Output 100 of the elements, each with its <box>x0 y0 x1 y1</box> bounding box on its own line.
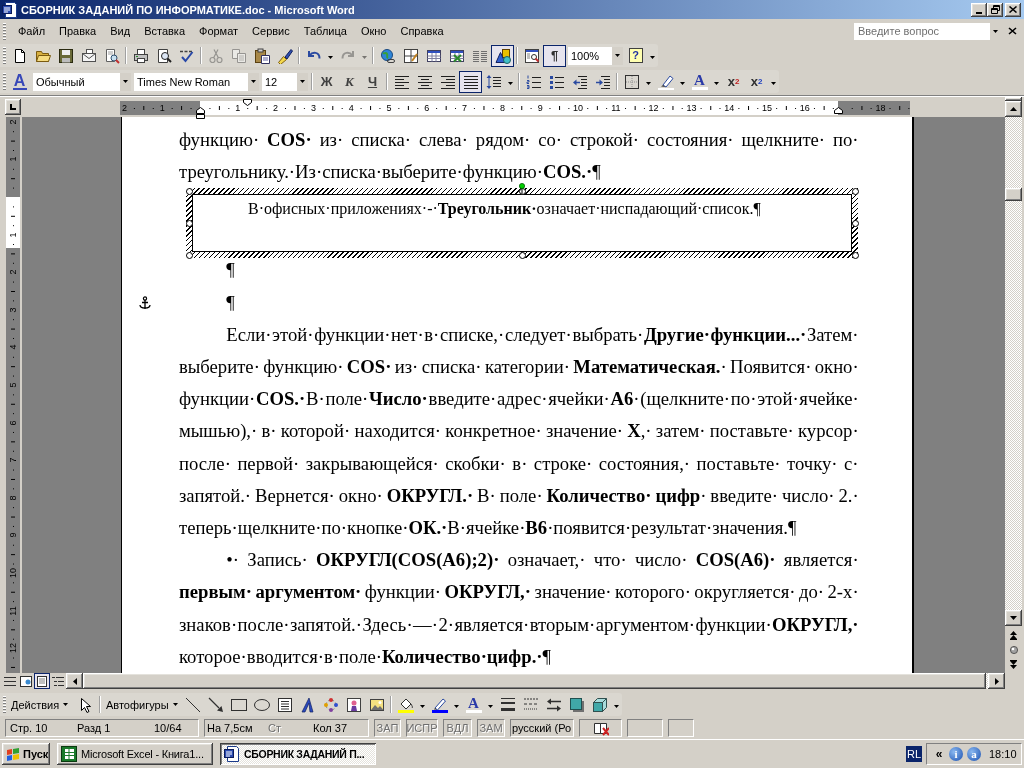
dropdown-button[interactable] <box>120 72 131 91</box>
scroll-right-button[interactable] <box>988 673 1005 689</box>
menu-item[interactable]: Справка <box>393 23 451 39</box>
menu-item[interactable]: Вид <box>103 23 138 39</box>
scissors-icon <box>207 47 224 64</box>
resize-handle[interactable] <box>185 187 193 195</box>
text-box[interactable]: В·офисных·приложениях·-·Треугольник·означает·ниспадающий·список.¶ <box>186 188 858 259</box>
toolbar-grip[interactable] <box>3 696 6 713</box>
next-page-button[interactable] <box>1008 658 1019 670</box>
menu-item[interactable]: Файл <box>11 23 53 39</box>
resize-handle[interactable] <box>851 187 859 195</box>
tab-selector-button[interactable] <box>5 99 21 115</box>
menu-item[interactable]: Таблица <box>296 23 354 39</box>
web-layout-button[interactable] <box>18 673 34 689</box>
up-arrow-icon <box>1010 107 1017 111</box>
vertical-ruler[interactable]: 2 1 1 2 3 4 5 6 7 8 9 10 11 12 <box>6 117 20 673</box>
resize-handle[interactable] <box>185 219 193 227</box>
right-indent-marker[interactable] <box>834 107 843 114</box>
oval-icon <box>253 696 270 713</box>
autoshapes-menu-button[interactable]: Автофигуры <box>103 693 181 716</box>
ruler-number: 5 <box>386 102 392 114</box>
menu-item[interactable]: Вставка <box>137 23 192 39</box>
left-indent-marker[interactable] <box>196 114 205 119</box>
font-field[interactable]: Times New Roman <box>134 72 248 91</box>
taskbar-button[interactable]: Microsoft Excel - Книга1... <box>57 743 213 765</box>
style-field[interactable]: Обычный <box>33 72 120 91</box>
zoom-field[interactable]: 100% <box>568 46 612 65</box>
rotation-handle[interactable] <box>517 183 526 195</box>
drawing-button[interactable] <box>491 44 514 67</box>
menu-item[interactable]: Сервис <box>245 23 297 39</box>
help-button[interactable]: ? <box>624 44 647 67</box>
document-icon <box>2 1 18 18</box>
wordart-icon <box>299 696 316 713</box>
actions-menu-button[interactable]: Действия <box>8 693 74 716</box>
font-color-button[interactable]: A <box>688 70 711 93</box>
outline-view-icon <box>52 675 64 687</box>
window-title: СБОРНИК ЗАДАНИЙ ПО ИНФОРМАТИКЕ.doc - Microsoft Word <box>21 3 356 16</box>
italic-button[interactable]: К <box>338 70 361 93</box>
close-button[interactable] <box>1005 2 1021 17</box>
start-button[interactable]: Пуск <box>2 743 50 765</box>
print-layout-button[interactable] <box>34 673 50 689</box>
caret-icon <box>615 54 620 57</box>
toolbar-grip[interactable] <box>3 47 6 64</box>
show-hidden-icons-button[interactable]: « <box>933 747 945 761</box>
dropdown-button[interactable] <box>297 72 308 91</box>
font-color-button[interactable]: A <box>462 693 485 716</box>
language-indicator[interactable]: RL <box>905 746 922 762</box>
scroll-up-button[interactable] <box>1005 101 1022 117</box>
picture-icon <box>368 696 385 713</box>
scroll-left-button[interactable] <box>66 673 83 689</box>
resize-handle[interactable] <box>185 251 193 259</box>
ruler-number: 9 <box>537 102 543 114</box>
taskbar-button[interactable]: СБОРНИК ЗАДАНИЙ П... <box>220 743 376 765</box>
ruler-number: 1 <box>235 102 241 114</box>
caret-icon <box>680 82 685 85</box>
ruler-number: 4 <box>348 102 354 114</box>
flag-icon <box>6 747 20 761</box>
clip-art-icon <box>345 696 362 713</box>
resize-handle[interactable] <box>851 219 859 227</box>
superscript-button[interactable]: x$^{2}$ <box>722 70 745 93</box>
cube-icon <box>591 696 608 713</box>
hanging-indent-marker[interactable] <box>196 107 205 114</box>
restore-button[interactable] <box>987 2 1003 17</box>
menu-item[interactable]: Окно <box>353 23 394 39</box>
resize-handle[interactable] <box>518 251 526 259</box>
show-marks-button[interactable]: ¶ <box>543 44 566 67</box>
ruler-number: 11 <box>8 605 18 616</box>
language-status[interactable]: русский (Ро <box>510 719 574 737</box>
ruler-number: 6 <box>8 420 18 426</box>
ruler-number: 18 <box>875 102 886 114</box>
double-down-arrow-icon <box>1010 659 1017 669</box>
ruler-number: 16 <box>799 102 810 114</box>
arrow-icon <box>207 696 224 713</box>
browse-object-button[interactable] <box>1008 644 1019 655</box>
styles-button[interactable]: A <box>8 70 31 93</box>
bold-button[interactable]: Ж <box>315 70 338 93</box>
clipboard-icon <box>253 47 270 64</box>
dropdown-button[interactable] <box>612 46 623 65</box>
split-box[interactable] <box>1005 97 1022 101</box>
globe-icon <box>379 47 396 64</box>
horizontal-ruler[interactable]: 2 1 1 2 3 4 5 6 7 8 9 10 11 12 13 14 15 16 18 <box>120 101 910 115</box>
justify-button[interactable] <box>459 70 482 93</box>
font-size-field[interactable]: 12 <box>262 72 297 91</box>
menu-item[interactable]: Формат <box>192 23 246 39</box>
scrollbar-thumb[interactable] <box>1005 188 1022 201</box>
scroll-down-button[interactable] <box>1005 610 1022 626</box>
minimize-button[interactable] <box>971 2 987 17</box>
toolbar-grip[interactable] <box>3 73 6 90</box>
resize-handle[interactable] <box>851 251 859 259</box>
print-layout-icon <box>36 675 48 687</box>
menu-item[interactable]: Правка <box>52 23 104 39</box>
first-line-indent-marker[interactable] <box>243 99 252 106</box>
text-box-icon <box>276 696 293 713</box>
underline-button[interactable]: Ч <box>361 70 384 93</box>
menu-grip[interactable] <box>3 22 6 40</box>
question-field[interactable]: Введите вопрос <box>854 22 990 40</box>
dropdown-button[interactable] <box>248 72 259 91</box>
previous-page-button[interactable] <box>1008 629 1019 641</box>
clock: 18:10 <box>989 748 1017 760</box>
caret-icon <box>650 56 655 59</box>
